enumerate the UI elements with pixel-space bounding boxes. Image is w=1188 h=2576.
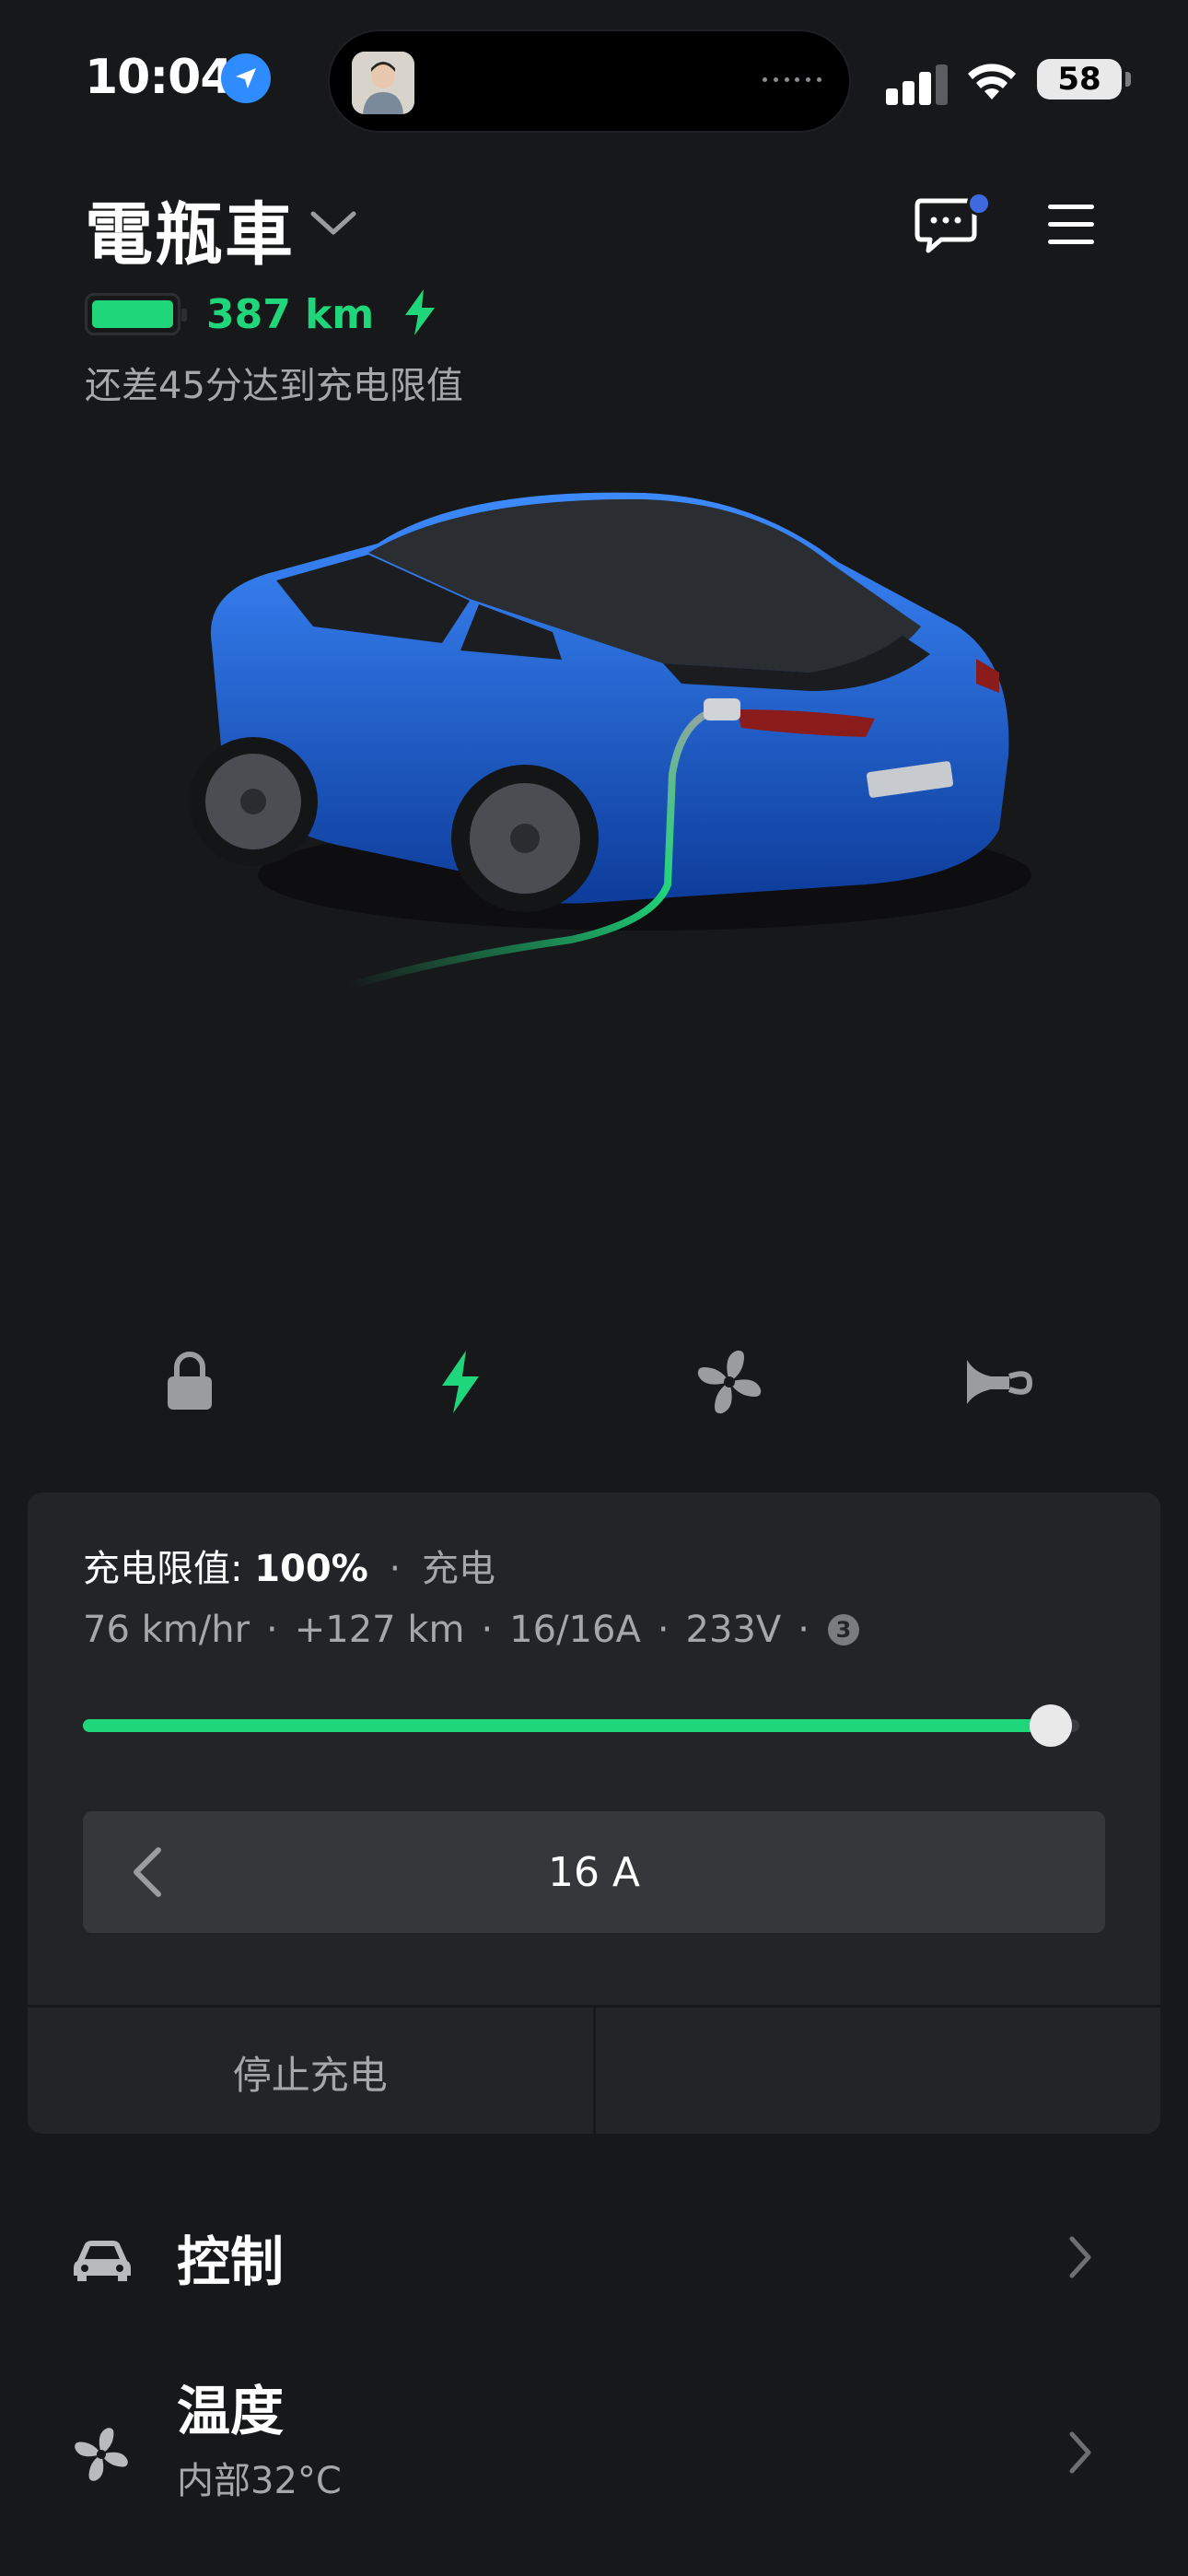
- charge-limit-value: 100%: [254, 1548, 368, 1590]
- charge-eta-text: 还差45分达到充电限值: [85, 365, 463, 407]
- chevron-left-icon[interactable]: [129, 1846, 166, 1902]
- vehicle-image[interactable]: [166, 442, 1050, 1032]
- charge-rate: 76 km/hr: [83, 1609, 250, 1651]
- range-added: +127 km: [294, 1609, 465, 1651]
- separator-dot: ·: [389, 1548, 402, 1590]
- menu-item-controls[interactable]: 控制: [0, 2211, 1188, 2303]
- lock-icon[interactable]: [144, 1336, 236, 1428]
- charge-bolt-icon[interactable]: [414, 1336, 507, 1428]
- dynamic-island[interactable]: [328, 29, 851, 133]
- charge-limit-slider-fill: [83, 1719, 1059, 1732]
- location-arrow-icon: [221, 53, 271, 103]
- charge-voltage: 233V: [685, 1609, 782, 1651]
- car-icon: [72, 2237, 133, 2285]
- fan-icon: [72, 2425, 131, 2488]
- separator-dot: ·: [266, 1609, 278, 1651]
- separator-dot: ·: [798, 1609, 809, 1651]
- charging-bolt-icon: [402, 287, 438, 341]
- vehicle-name[interactable]: 電瓶車: [85, 180, 295, 278]
- charging-state: 充电: [421, 1548, 495, 1590]
- wifi-icon: [965, 61, 1019, 105]
- stop-charging-button[interactable]: 停止充电: [28, 2008, 593, 2134]
- charge-amps-value: 16 A: [547, 1848, 641, 1896]
- charging-card: 充电限值: 100% · 充电 76 km/hr · +127 km · 16/…: [28, 1493, 1160, 2134]
- battery-cap: [1125, 72, 1131, 87]
- chevron-right-icon: [1068, 2235, 1092, 2283]
- charging-actions: 停止充电: [28, 2005, 1160, 2134]
- charge-limit-slider[interactable]: [83, 1719, 1079, 1732]
- menu-item-label: 温度: [177, 2380, 285, 2442]
- separator-dot: ·: [657, 1609, 670, 1651]
- range-value: 387 km: [206, 290, 375, 338]
- charge-limit-line[interactable]: 充电限值: 100% · 充电: [83, 1539, 495, 1592]
- contact-avatar: [352, 52, 414, 114]
- charging-stats: 76 km/hr · +127 km · 16/16A · 233V · 3: [83, 1609, 859, 1651]
- menu-item-label: 控制: [177, 2231, 285, 2293]
- fan-icon[interactable]: [683, 1336, 775, 1428]
- horn-icon[interactable]: [952, 1336, 1044, 1428]
- range-row: 387 km: [85, 287, 438, 341]
- charge-limit-label: 充电限值:: [83, 1548, 243, 1590]
- interior-temperature: 内部32°C: [177, 2460, 342, 2502]
- chevron-down-icon[interactable]: [309, 210, 357, 241]
- charge-limit-slider-thumb[interactable]: [1030, 1704, 1072, 1747]
- vehicle-battery-icon: [85, 293, 187, 335]
- cellular-signal-icon: [886, 64, 950, 107]
- hamburger-menu-icon[interactable]: [1048, 205, 1094, 257]
- notification-dot: [967, 192, 991, 216]
- menu-item-climate[interactable]: 温度 内部32°C: [0, 2359, 1188, 2506]
- secondary-action-button[interactable]: [592, 2008, 1161, 2134]
- status-time: 10:04: [85, 50, 234, 105]
- chevron-right-icon: [1068, 2430, 1092, 2478]
- separator-dot: ·: [481, 1609, 494, 1651]
- charge-current: 16/16A: [509, 1609, 641, 1651]
- activity-dots-icon: [763, 77, 821, 85]
- phase-count-badge[interactable]: 3: [827, 1614, 859, 1645]
- charge-amps-selector: 16 A: [83, 1811, 1105, 1933]
- battery-indicator: 58: [1037, 59, 1122, 100]
